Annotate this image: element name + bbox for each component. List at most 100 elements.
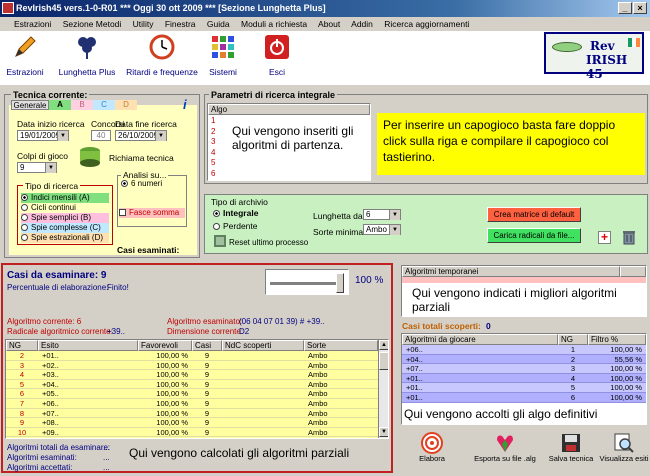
colpi-select[interactable]: 9 (17, 162, 57, 173)
trash-icon[interactable] (621, 229, 637, 245)
col-casi[interactable]: Casi (192, 340, 222, 351)
menu-sezione-metodi[interactable]: Sezione Metodi (63, 19, 122, 29)
table-row[interactable]: 5 +04.. 100,00 % 9 Ambo (6, 380, 378, 390)
algo-row[interactable]: 6 (211, 169, 215, 180)
table-row[interactable]: 3 +02.. 100,00 % 9 Ambo (6, 361, 378, 371)
col-esito[interactable]: Esito (38, 340, 138, 351)
esporta-button[interactable]: Esporta su file .alg (470, 432, 540, 463)
lunghetta-select[interactable]: 6 (363, 209, 401, 220)
scroll-thumb[interactable] (379, 352, 388, 370)
scroll-up-icon[interactable]: ▲ (379, 340, 388, 350)
export-icon (497, 435, 513, 452)
algo-row[interactable]: 5 (211, 158, 215, 169)
table-row[interactable]: 8 +07.. 100,00 % 9 Ambo (6, 409, 378, 419)
info-icon[interactable]: i (183, 97, 193, 112)
table-row[interactable]: 6 +05.. 100,00 % 9 Ambo (6, 389, 378, 399)
toolbar-sistemi[interactable]: Sistemi (205, 34, 241, 77)
data-fine-select[interactable]: 26/10/2009 (115, 130, 167, 141)
temporanei-header[interactable]: Algoritmi temporanei (402, 266, 620, 277)
tab-b[interactable]: B (71, 100, 93, 110)
menu-about[interactable]: About (318, 19, 340, 29)
add-icon[interactable]: + (598, 231, 611, 244)
col-ndc[interactable]: NdC scoperti (222, 340, 304, 351)
list-cell: +07.. (406, 364, 423, 374)
calcolo-note: Qui vengono calcolati gli algoritmi parz… (129, 446, 350, 460)
col-ng[interactable]: NG (6, 340, 38, 351)
radio-indici-mensili[interactable]: Indici mensili (A) (21, 193, 109, 203)
table-row[interactable]: 9 +08.. 100,00 % 9 Ambo (6, 418, 378, 428)
toolbar-esci[interactable]: Esci (262, 34, 292, 77)
casi-scoperti-value: 0 (486, 321, 491, 331)
table-row[interactable]: 4 +03.. 100,00 % 9 Ambo (6, 370, 378, 380)
toolbar-ritardi[interactable]: Ritardi e frequenze (124, 34, 200, 77)
tipo-ricerca-label: Tipo di ricerca (23, 181, 81, 191)
app-icon (2, 2, 14, 14)
list-item[interactable]: +01.. 6 100,00 % (402, 393, 646, 403)
menu-finestra[interactable]: Finestra (165, 19, 196, 29)
tab-d[interactable]: D (115, 100, 137, 110)
col-algoritmi-da-giocare[interactable]: Algoritmi da giocare (402, 334, 558, 345)
col-favorevoli[interactable]: Favorevoli (138, 340, 192, 351)
toolbar-estrazioni[interactable]: Estrazioni (4, 34, 46, 77)
algo-row[interactable]: 2 (211, 127, 215, 138)
list-cell: +01.. (406, 383, 423, 393)
close-button[interactable]: × (633, 2, 647, 14)
slider-thumb[interactable] (336, 273, 344, 293)
sorte-select[interactable]: Ambo (363, 224, 401, 235)
checkbox-fasce-somma[interactable]: Fasce somma (119, 208, 185, 218)
menu-addin[interactable]: Addin (351, 19, 373, 29)
salva-tecnica-button[interactable]: Salva tecnica (548, 432, 594, 463)
visualizza-esiti-button[interactable]: Visualizza esiti (598, 432, 650, 463)
radio-6-numeri[interactable]: 6 numeri (121, 179, 162, 189)
archivio-panel: Tipo di archivio Integrale Perdente Rese… (204, 194, 648, 254)
menu-ricerca-aggiornamenti[interactable]: Ricerca aggiornamenti (384, 19, 469, 29)
list-item[interactable]: +01.. 5 100,00 % (402, 383, 646, 393)
col-sorte[interactable]: Sorte (304, 340, 378, 351)
table-row[interactable]: 7 +06.. 100,00 % 9 Ambo (6, 399, 378, 409)
elabora-button[interactable]: Elabora (412, 432, 452, 463)
table-row[interactable]: 10 +09.. 100,00 % 9 Ambo (6, 428, 378, 438)
table-cell: 9 (204, 370, 210, 380)
menu-estrazioni[interactable]: Estrazioni (14, 19, 51, 29)
radio-cicli-continui[interactable]: Cicli continui (21, 203, 109, 213)
radio-integrale[interactable]: Integrale (213, 208, 258, 218)
algo-row[interactable]: 3 (211, 137, 215, 148)
radio-indicator (21, 194, 28, 202)
tab-a[interactable]: A (49, 100, 71, 110)
menu-guida[interactable]: Guida (207, 19, 230, 29)
toolbar-lunghetta-plus[interactable]: Lunghetta Plus (56, 34, 118, 77)
algo-rows[interactable]: 1 2 3 4 5 6 (211, 116, 215, 179)
temporanei-row[interactable] (402, 277, 646, 283)
menu-utility[interactable]: Utility (133, 19, 154, 29)
radio-spie-estrazionali[interactable]: Spie estrazionali (D) (21, 233, 109, 243)
data-inizio-select[interactable]: 19/01/2009 (17, 130, 69, 141)
list-item[interactable]: +01.. 4 100,00 % (402, 373, 646, 384)
radio-perdente[interactable]: Perdente (213, 221, 258, 231)
col-ng-scoperti[interactable]: NG (558, 334, 588, 345)
results-scrollbar[interactable]: ▲ ▼ (378, 340, 388, 438)
algo-row[interactable]: 4 (211, 148, 215, 159)
algo-row[interactable]: 1 (211, 116, 215, 127)
list-item[interactable]: +04.. 2 55,56 % (402, 354, 646, 365)
menu-moduli[interactable]: Moduli a richiesta (241, 19, 307, 29)
radio-spie-semplici[interactable]: Spie semplici (B) (21, 213, 109, 223)
table-row[interactable]: 2 +01.. 100,00 % 9 Ambo (6, 351, 378, 361)
tab-c[interactable]: C (93, 100, 115, 110)
radio-spie-complesse[interactable]: Spie complesse (C) (21, 223, 109, 233)
col-filtro[interactable]: Filtro % (588, 334, 646, 345)
scroll-down-icon[interactable]: ▼ (379, 427, 388, 437)
fasce-somma-label: Fasce somma (129, 208, 180, 217)
concorsi-field[interactable]: 40 (91, 130, 111, 141)
cylinder-icon[interactable] (75, 145, 105, 169)
carica-radicali-button[interactable]: Carica radicali da file... (487, 228, 581, 243)
minimize-button[interactable]: _ (618, 2, 632, 14)
list-item[interactable]: +06.. 1 100,00 % (402, 345, 646, 355)
reset-label[interactable]: Reset ultimo processo (229, 238, 308, 247)
crea-matrice-button[interactable]: Crea matrice di default (487, 207, 581, 222)
progress-slider[interactable] (265, 269, 349, 295)
richiama-label[interactable]: Richiama tecnica (109, 153, 174, 163)
list-item[interactable]: +07.. 3 100,00 % (402, 364, 646, 374)
checkbox-indicator (119, 209, 126, 217)
reset-icon[interactable] (213, 234, 227, 248)
tab-generale[interactable]: Generale (11, 100, 49, 110)
